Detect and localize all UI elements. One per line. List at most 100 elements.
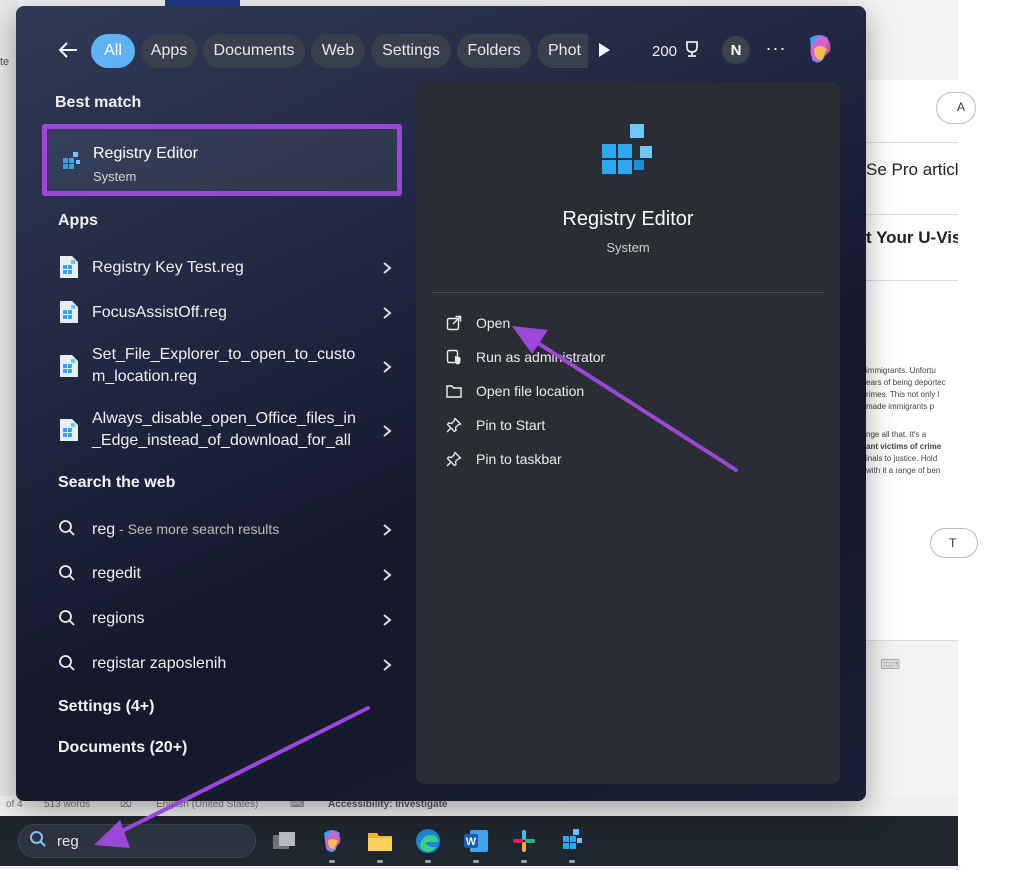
filter-chip-apps[interactable]: Apps [141,34,197,68]
reg-file-icon [58,354,80,383]
web-result-item[interactable]: reg - See more search results [48,514,398,544]
svg-text:W: W [466,836,477,848]
file-explorer-icon[interactable] [364,825,396,863]
app-result-item[interactable]: Set_File_Explorer_to_open_to_custo m_loc… [48,342,398,392]
app-result-label-line2: m_location.reg [92,368,197,385]
user-avatar[interactable]: N [722,36,750,64]
preview-pane: Registry Editor System Open Run as admin… [416,82,840,784]
copilot-icon[interactable] [316,825,348,863]
web-result-label: reg [92,521,116,538]
shield-run-icon [444,347,464,367]
document-button-bottom[interactable]: T [930,528,978,558]
document-heading-1: Se Pro article [866,160,958,179]
reg-file-icon [58,418,80,447]
action-open-file-location[interactable]: Open file location [444,379,584,403]
more-options-icon[interactable]: ··· [765,36,787,64]
filter-chip-settings[interactable]: Settings [371,34,451,68]
rewards-points[interactable]: 200 [652,40,701,62]
document-body-line: rimes. This not only l [866,390,940,399]
document-divider [862,640,958,641]
edge-browser-icon[interactable] [412,825,444,863]
document-body-line: ears of being deportec [866,378,946,387]
web-result-label: regions [92,610,145,627]
chevron-right-icon [382,424,392,438]
taskbar-search-box[interactable]: reg [18,824,256,858]
chevron-right-icon [382,261,392,275]
document-body-line: made immigrants p [866,402,935,411]
document-divider [862,214,958,215]
running-indicator [521,860,527,863]
document-divider [862,280,958,281]
document-button-top[interactable]: A [936,92,976,124]
filter-chip-documents[interactable]: Documents [203,34,305,68]
document-button-top-label: A [957,100,966,114]
action-open-file-location-label: Open file location [476,383,585,399]
app-result-item[interactable]: Registry Key Test.reg [48,252,398,282]
action-pin-to-start-label: Pin to Start [476,417,546,433]
search-icon [58,654,76,677]
running-indicator [425,860,431,863]
apps-heading: Apps [58,212,98,229]
chevron-right-icon [382,613,392,627]
filter-chip-all[interactable]: All [91,34,135,68]
registry-editor-taskbar-icon[interactable] [556,825,588,863]
web-result-label: regedit [92,565,141,582]
action-pin-to-start[interactable]: Pin to Start [444,413,545,437]
app-result-item[interactable]: Always_disable_open_Office_files_in _Edg… [48,406,398,456]
best-match-name: Registry Editor [93,145,198,162]
search-icon [58,564,76,587]
chevron-right-icon [382,523,392,537]
document-divider [862,142,958,143]
app-result-label: FocusAssistOff.reg [92,304,227,321]
search-the-web-heading: Search the web [58,474,176,491]
filter-chips: All Apps Documents Web Settings Folders … [16,6,588,90]
taskbar: reg W [0,816,958,866]
word-icon[interactable]: W [460,825,492,863]
filter-chip-web[interactable]: Web [311,34,365,68]
action-open[interactable]: Open [444,311,510,335]
search-icon [58,519,76,542]
document-heading-2: t Your U-Visa [866,228,958,247]
taskbar-search-input[interactable]: reg [57,833,79,850]
filter-chip-folders[interactable]: Folders [457,34,531,68]
best-match-heading: Best match [55,94,142,111]
web-result-label: registar zaposlenih [92,655,227,672]
app-result-label-line1: Always_disable_open_Office_files_in [92,410,356,427]
chevron-right-icon [382,360,392,374]
start-search-flyout: All Apps Documents Web Settings Folders … [16,6,866,801]
document-button-bottom-label: T [949,536,957,550]
running-indicator [329,860,335,863]
action-pin-to-taskbar[interactable]: Pin to taskbar [444,447,562,471]
trophy-icon [683,40,701,62]
app-result-item[interactable]: FocusAssistOff.reg [48,297,398,327]
rewards-points-value: 200 [652,42,678,60]
documents-section-heading[interactable]: Documents (20+) [58,739,187,757]
document-code-icon: ⌨ [880,656,901,672]
web-result-item[interactable]: registar zaposlenih [48,649,398,679]
document-body-line: inals to justice. Hold [866,454,938,463]
pin-icon [444,415,464,435]
best-match-subtitle: System [93,169,137,184]
preview-subtitle: System [606,240,650,255]
slack-icon[interactable] [508,825,540,863]
chevron-right-icon [382,658,392,672]
filter-chip-photos[interactable]: Phot [537,34,588,68]
document-body-line: immigrants. Unfortu [866,366,936,375]
chevron-right-icon [382,306,392,320]
app-result-label-line2: _Edge_instead_of_download_for_all [92,432,351,449]
task-view-icon[interactable] [268,825,300,857]
best-match-registry-editor[interactable]: Registry Editor System [42,124,402,196]
play-icon[interactable] [596,42,612,58]
preview-title: Registry Editor [562,208,694,230]
search-icon [58,609,76,632]
action-pin-to-taskbar-label: Pin to taskbar [476,451,562,467]
action-run-as-administrator-label: Run as administrator [476,349,606,365]
web-result-item[interactable]: regions [48,604,398,634]
copilot-icon[interactable] [800,30,838,68]
action-run-as-administrator[interactable]: Run as administrator [444,345,605,369]
web-result-item[interactable]: regedit [48,559,398,589]
settings-section-heading[interactable]: Settings (4+) [58,698,154,716]
web-result-suffix: - See more search results [115,521,280,537]
document-body-line: with it a range of ben [866,466,941,475]
search-icon [29,830,47,853]
